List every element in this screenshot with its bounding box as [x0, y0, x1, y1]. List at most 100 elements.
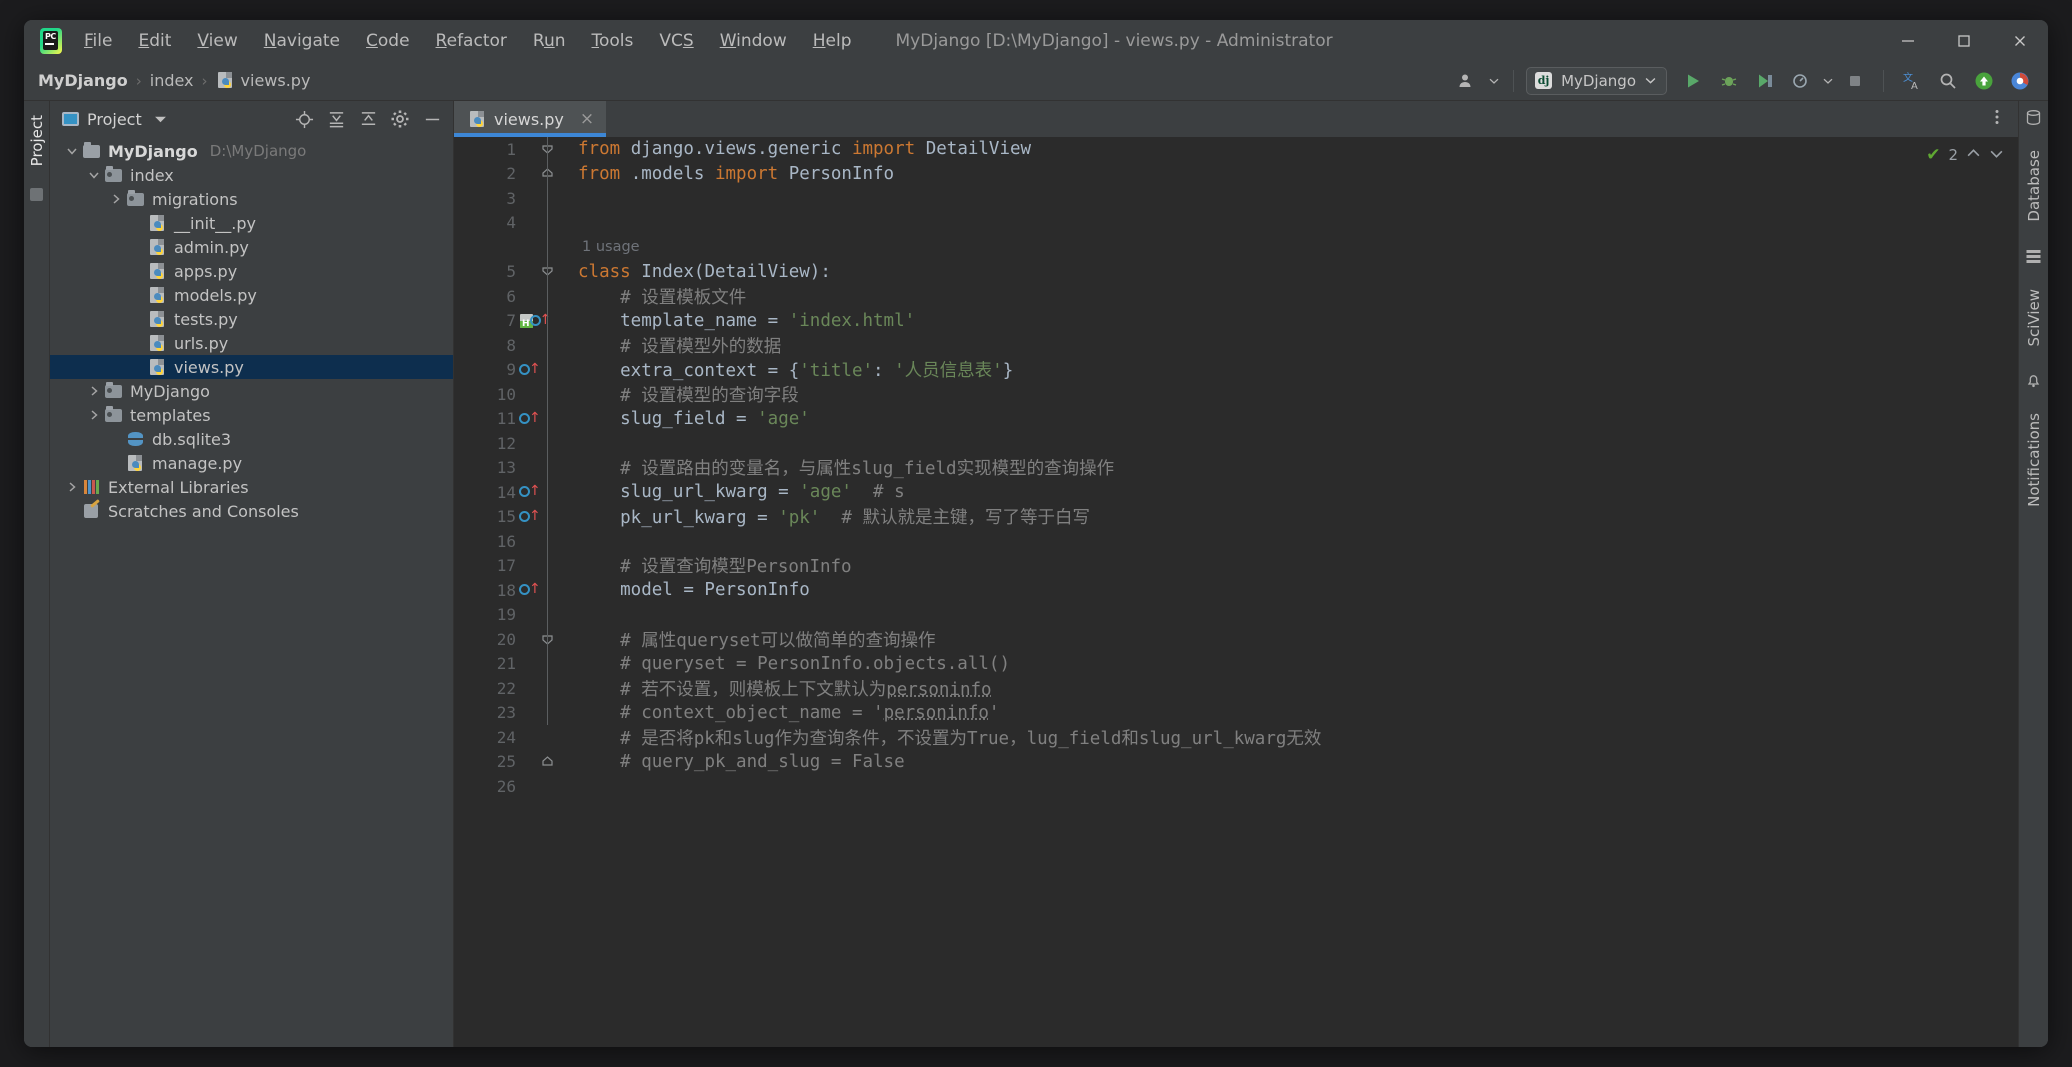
tree-item-db-sqlite3[interactable]: db.sqlite3 [50, 427, 453, 451]
close-icon[interactable]: × [580, 109, 594, 129]
code-line[interactable]: 13 # 设置路由的变量名，与属性slug_field实现模型的查询操作 [454, 456, 2018, 481]
overriding-member-gutter-icon[interactable]: ↑ [519, 362, 541, 378]
code-text[interactable]: # 若不设置，则模板上下文默认为personinfo [556, 676, 991, 701]
code-line[interactable]: 26 [454, 774, 2018, 799]
code-text[interactable]: # 设置查询模型PersonInfo [556, 553, 851, 578]
gutter-icons[interactable]: ↑ [516, 509, 541, 525]
tree-item-migrations[interactable]: migrations [50, 187, 453, 211]
code-line[interactable]: 11 ↑ slug_field = 'age' [454, 407, 2018, 432]
code-text[interactable]: slug_url_kwarg = 'age' # s [556, 482, 905, 502]
code-text[interactable]: # 设置模型外的数据 [556, 333, 781, 358]
chevron-right-icon[interactable] [84, 409, 104, 421]
tree-item-admin-py[interactable]: admin.py [50, 235, 453, 259]
code-line[interactable]: 3 [454, 186, 2018, 211]
code-text[interactable]: # 设置模型的查询字段 [556, 382, 799, 407]
minimize-button[interactable] [1880, 20, 1936, 61]
project-tree[interactable]: MyDjango D:\MyDjango index migrations __init… [50, 137, 453, 1047]
code-text[interactable]: # query_pk_and_slug = False [556, 752, 904, 772]
code-line[interactable]: 22 # 若不设置，则模板上下文默认为personinfo [454, 676, 2018, 701]
usage-hint[interactable]: 1 usage [538, 239, 640, 255]
code-line[interactable]: 18 ↑ model = PersonInfo [454, 578, 2018, 603]
code-text[interactable]: # 设置模板文件 [556, 284, 746, 309]
inspection-widget[interactable]: ✔ 2 [1926, 145, 2004, 165]
tree-item-scratches-and-consoles[interactable]: Scratches and Consoles [50, 499, 453, 523]
menu-item-tools[interactable]: Tools [592, 31, 634, 51]
code-text[interactable]: slug_field = 'age' [556, 409, 810, 429]
menu-item-help[interactable]: Help [813, 31, 852, 51]
close-button[interactable] [1992, 20, 2048, 61]
debug-icon[interactable] [1713, 66, 1745, 96]
tree-item-views-py[interactable]: views.py [50, 355, 453, 379]
hide-panel-icon[interactable] [421, 108, 443, 130]
code-folding-marker[interactable] [538, 755, 556, 768]
code-text[interactable]: model = PersonInfo [556, 580, 810, 600]
tree-item-apps-py[interactable]: apps.py [50, 259, 453, 283]
code-text[interactable]: class Index(DetailView): [556, 262, 831, 282]
sidebar-tab-sciview[interactable]: SciView [2023, 285, 2045, 351]
gutter-icons[interactable]: ↑ [516, 362, 541, 378]
browser-icon[interactable] [2004, 66, 2036, 96]
run-icon[interactable] [1677, 66, 1709, 96]
maximize-button[interactable] [1936, 20, 1992, 61]
breadcrumb[interactable]: MyDjango › index › views.py [38, 71, 310, 90]
code-line[interactable]: 5 class Index(DetailView): [454, 260, 2018, 285]
locate-icon[interactable] [293, 108, 315, 130]
tree-item-__init__-py[interactable]: __init__.py [50, 211, 453, 235]
tree-item-models-py[interactable]: models.py [50, 283, 453, 307]
tree-item-mydjango[interactable]: MyDjango [50, 379, 453, 403]
menu-item-code[interactable]: Code [366, 31, 410, 51]
menu-bar[interactable]: File Edit View Navigate Code Refactor Run Tools… [84, 31, 852, 51]
breadcrumb-item-mydjango[interactable]: MyDjango [38, 71, 128, 90]
code-line[interactable]: 24 # 是否将pk和slug作为查询条件，不设置为True，lug_field… [454, 725, 2018, 750]
chevron-down-icon[interactable] [62, 145, 82, 157]
tree-item-index[interactable]: index [50, 163, 453, 187]
user-dropdown-chevron-icon[interactable] [1487, 66, 1501, 96]
overriding-member-gutter-icon[interactable]: ↑ [519, 484, 541, 500]
menu-item-edit[interactable]: Edit [138, 31, 171, 51]
collapse-all-icon[interactable] [357, 108, 379, 130]
user-account-icon[interactable] [1451, 66, 1483, 96]
tree-item-urls-py[interactable]: urls.py [50, 331, 453, 355]
profile-dropdown-chevron-icon[interactable] [1821, 66, 1835, 96]
search-icon[interactable] [1932, 66, 1964, 96]
sidebar-tab-database[interactable]: Database [2023, 146, 2045, 226]
overriding-member-gutter-icon[interactable]: ↑ [519, 582, 541, 598]
code-text[interactable]: from django.views.generic import DetailV… [556, 139, 1031, 159]
code-line[interactable]: 19 [454, 603, 2018, 628]
menu-item-view[interactable]: View [197, 31, 237, 51]
code-line[interactable]: 23 # context_object_name = 'personinfo' [454, 701, 2018, 726]
chevron-down-icon[interactable] [150, 108, 172, 130]
profile-icon[interactable] [1785, 66, 1817, 96]
code-text[interactable]: extra_context = {'title': '人员信息表'} [556, 357, 1013, 382]
code-line[interactable]: 6 # 设置模板文件 [454, 284, 2018, 309]
code-text[interactable]: # context_object_name = 'personinfo' [556, 703, 999, 723]
overriding-member-gutter-icon[interactable]: ↑ [519, 509, 541, 525]
code-line[interactable]: 14 ↑ slug_url_kwarg = 'age' # s [454, 480, 2018, 505]
code-line[interactable]: 12 [454, 431, 2018, 456]
structure-tool-icon[interactable] [30, 188, 43, 202]
database-icon[interactable] [2025, 109, 2042, 130]
gutter-icons[interactable]: ↑ [516, 484, 541, 500]
code-line[interactable]: 2 from .models import PersonInfo [454, 162, 2018, 187]
run-with-coverage-icon[interactable] [1749, 66, 1781, 96]
breadcrumb-item-index[interactable]: index [150, 71, 194, 90]
tree-item-external-libraries[interactable]: External Libraries [50, 475, 453, 499]
menu-item-navigate[interactable]: Navigate [264, 31, 340, 51]
code-text[interactable]: # queryset = PersonInfo.objects.all() [556, 654, 1010, 674]
code-text[interactable]: # 是否将pk和slug作为查询条件，不设置为True，lug_field和sl… [556, 725, 1321, 750]
code-editor[interactable]: 1 from django.views.generic import Detail… [454, 137, 2018, 1047]
code-line[interactable]: 7 H ↑ template_name = 'index.html' [454, 309, 2018, 334]
code-line[interactable]: 21 # queryset = PersonInfo.objects.all() [454, 652, 2018, 677]
chevron-right-icon[interactable] [84, 385, 104, 397]
menu-item-run[interactable]: Run [533, 31, 566, 51]
notifications-bell-icon[interactable] [2025, 372, 2042, 393]
code-text[interactable]: pk_url_kwarg = 'pk' # 默认就是主键，写了等于白写 [556, 504, 1090, 529]
code-text[interactable]: # 属性queryset可以做简单的查询操作 [556, 627, 935, 652]
settings-gear-icon[interactable] [389, 108, 411, 130]
sciview-icon[interactable] [2025, 248, 2042, 269]
chevron-right-icon[interactable] [62, 481, 82, 493]
chevron-down-icon[interactable] [84, 169, 104, 181]
tree-item-manage-py[interactable]: manage.py [50, 451, 453, 475]
menu-item-file[interactable]: File [84, 31, 112, 51]
menu-item-vcs[interactable]: VCS [659, 31, 693, 51]
